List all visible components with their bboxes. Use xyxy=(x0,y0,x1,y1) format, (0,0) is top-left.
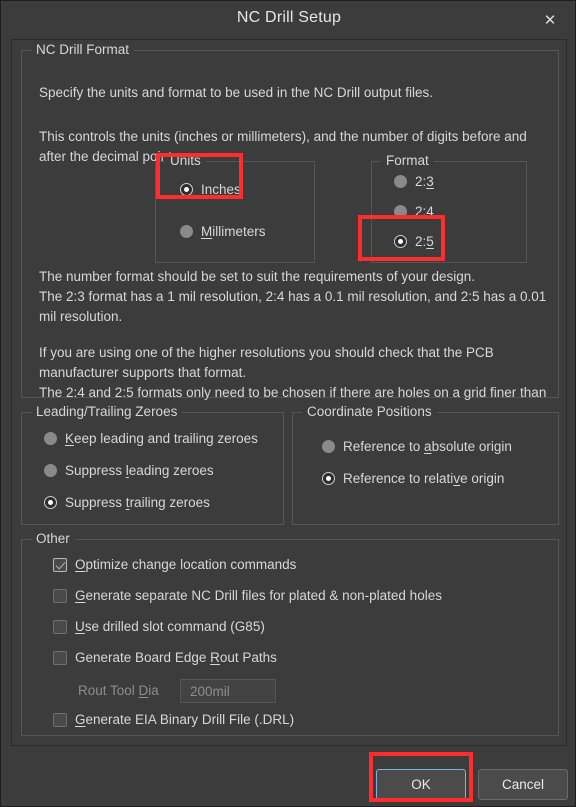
units-radio-inches[interactable]: Inches xyxy=(180,182,241,197)
zeroes-radio-keep-label: Keep leading and trailing zeroes xyxy=(65,431,258,446)
radio-indicator xyxy=(44,464,57,477)
zeroes-radio-suppress-trailing-label: Suppress trailing zeroes xyxy=(65,495,210,510)
checkbox-indicator xyxy=(53,712,67,727)
coordinates-radio-relative[interactable]: Reference to relative origin xyxy=(322,471,504,486)
format-radio-2-4-label: 2:4 xyxy=(415,204,434,219)
format-radio-2-4[interactable]: 2:4 xyxy=(394,204,434,219)
ok-button[interactable]: OK xyxy=(376,769,466,800)
nc-drill-setup-dialog: NC Drill Setup ✕ NC Drill Format Specify… xyxy=(0,0,576,807)
radio-indicator xyxy=(44,432,57,445)
zeroes-radio-suppress-leading-label: Suppress leading zeroes xyxy=(65,463,214,478)
checkbox-generate-eia-binary-drill-file-label: Generate EIA Binary Drill File (.DRL) xyxy=(75,712,295,727)
checkbox-optimize-change-location-label: Optimize change location commands xyxy=(75,557,297,572)
coordinates-radio-absolute[interactable]: Reference to absolute origin xyxy=(322,439,512,454)
radio-indicator xyxy=(394,235,407,248)
coordinate-positions-legend: Coordinate Positions xyxy=(302,404,437,419)
units-radio-millimeters[interactable]: Millimeters xyxy=(180,224,266,239)
format-options-legend: Format xyxy=(381,153,434,168)
radio-indicator xyxy=(180,225,193,238)
checkbox-generate-eia-binary-drill-file[interactable]: Generate EIA Binary Drill File (.DRL) xyxy=(53,712,294,727)
nc-drill-format-legend: NC Drill Format xyxy=(31,42,134,57)
format-radio-2-3-label: 2:3 xyxy=(415,174,434,189)
units-group: Units Inches Millimeters xyxy=(155,153,315,263)
format-radio-2-3[interactable]: 2:3 xyxy=(394,174,434,189)
other-legend: Other xyxy=(31,531,75,546)
close-icon[interactable]: ✕ xyxy=(538,8,562,32)
format-radio-2-5[interactable]: 2:5 xyxy=(394,234,434,249)
checkbox-optimize-change-location[interactable]: Optimize change location commands xyxy=(53,557,296,572)
format-paragraph-4: If you are using one of the higher resol… xyxy=(39,345,547,400)
units-legend: Units xyxy=(165,153,206,168)
dialog-title: NC Drill Setup xyxy=(236,9,342,26)
coordinates-radio-relative-label: Reference to relative origin xyxy=(343,471,505,486)
checkbox-generate-separate-files[interactable]: Generate separate NC Drill files for pla… xyxy=(53,588,442,603)
checkbox-indicator xyxy=(53,650,67,665)
checkbox-indicator xyxy=(53,557,67,572)
radio-indicator xyxy=(322,472,335,485)
leading-trailing-zeroes-group: Leading/Trailing Zeroes Keep leading and… xyxy=(21,404,284,525)
format-radio-2-5-label: 2:5 xyxy=(415,234,434,249)
checkbox-indicator xyxy=(53,588,67,603)
checkbox-use-drilled-slot-command-label: Use drilled slot command (G85) xyxy=(75,619,265,634)
rout-tool-dia-input[interactable] xyxy=(180,679,276,703)
radio-indicator xyxy=(44,496,57,509)
zeroes-radio-suppress-trailing[interactable]: Suppress trailing zeroes xyxy=(44,495,210,510)
leading-trailing-zeroes-legend: Leading/Trailing Zeroes xyxy=(31,404,183,419)
zeroes-radio-suppress-leading[interactable]: Suppress leading zeroes xyxy=(44,463,214,478)
radio-indicator xyxy=(394,205,407,218)
checkbox-generate-board-edge-rout-paths-label: Generate Board Edge Rout Paths xyxy=(75,650,277,665)
radio-indicator xyxy=(322,440,335,453)
format-paragraph-1: Specify the units and format to be used … xyxy=(39,85,433,100)
checkbox-generate-separate-files-label: Generate separate NC Drill files for pla… xyxy=(75,588,442,603)
coordinate-positions-group: Coordinate Positions Reference to absolu… xyxy=(292,404,559,525)
zeroes-radio-keep[interactable]: Keep leading and trailing zeroes xyxy=(44,431,258,446)
format-paragraph-3: The number format should be set to suit … xyxy=(39,269,547,324)
format-options-group: Format 2:3 2:4 2:5 xyxy=(371,153,527,263)
units-radio-millimeters-label: Millimeters xyxy=(201,224,266,239)
checkbox-indicator xyxy=(53,619,67,634)
radio-indicator xyxy=(394,175,407,188)
radio-indicator xyxy=(180,183,193,196)
coordinates-radio-absolute-label: Reference to absolute origin xyxy=(343,439,512,454)
rout-tool-dia-label: Rout Tool Dia xyxy=(78,683,159,698)
nc-drill-format-group: NC Drill Format Specify the units and fo… xyxy=(21,42,559,400)
checkbox-generate-board-edge-rout-paths[interactable]: Generate Board Edge Rout Paths xyxy=(53,650,277,665)
checkbox-use-drilled-slot-command[interactable]: Use drilled slot command (G85) xyxy=(53,619,265,634)
cancel-button[interactable]: Cancel xyxy=(478,769,568,800)
title-bar: NC Drill Setup ✕ xyxy=(2,2,575,38)
units-radio-inches-label: Inches xyxy=(201,182,241,197)
dialog-content: NC Drill Format Specify the units and fo… xyxy=(11,39,567,746)
other-group: Other Optimize change location commands … xyxy=(21,531,559,736)
